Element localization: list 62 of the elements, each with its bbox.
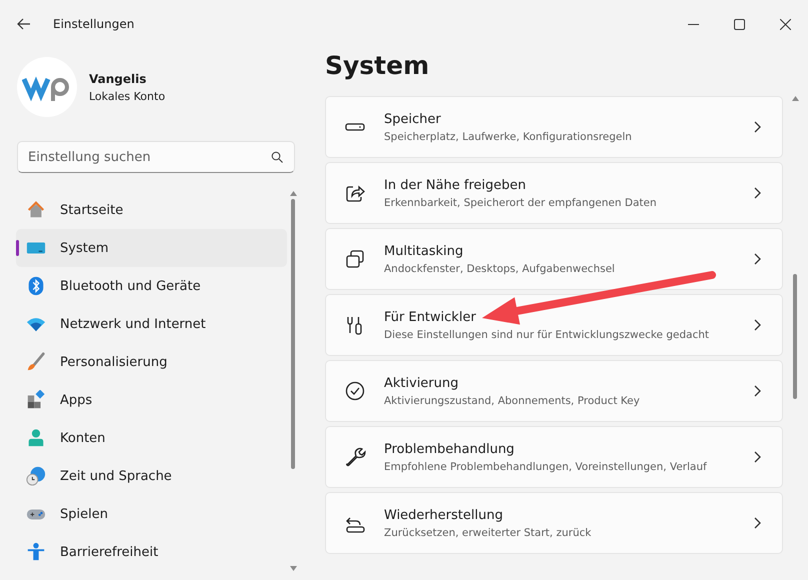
chevron-right-icon (753, 319, 762, 331)
sidebar-item[interactable]: Barrierefreiheit (16, 533, 287, 571)
chevron-right-icon (753, 451, 762, 463)
card-subtitle: Andockfenster, Desktops, Aufgabenwechsel (384, 262, 616, 274)
chevron-right-icon (753, 121, 762, 133)
card-title: Multitasking (384, 244, 464, 258)
search-field[interactable]: Einstellung suchen (17, 141, 295, 173)
apps-icon (26, 390, 46, 410)
scroll-down-icon[interactable] (290, 566, 296, 571)
search-icon (271, 151, 283, 163)
sidebar-item[interactable]: Spielen (16, 495, 287, 533)
chevron-right-icon (753, 187, 762, 199)
sidebar-item[interactable]: Netzwerk und Internet (16, 305, 287, 343)
account-type: Lokales Konto (89, 90, 166, 102)
card-subtitle: Erkennbarkeit, Speicherort der empfangenen Daten (384, 196, 658, 208)
card-subtitle: Aktivierungszustand, Abonnements, Product Key (384, 394, 641, 406)
person-icon (26, 428, 46, 448)
settings-card[interactable]: Problembehandlung Empfohlene Problembehandlungen, Voreinstellungen, Verlauf (325, 426, 783, 488)
chevron-right-icon (753, 385, 762, 397)
scroll-up-icon[interactable] (290, 191, 296, 196)
window-title: Einstellungen (53, 17, 134, 31)
maximize-icon (734, 18, 744, 30)
scrollbar-thumb[interactable] (793, 274, 797, 399)
sidebar-item[interactable]: System (16, 229, 287, 267)
card-title: Speicher (384, 112, 442, 126)
chevron-right-icon (753, 253, 762, 265)
sidebar-item[interactable]: Konten (16, 419, 287, 457)
sidebar-item[interactable]: Personalisierung (16, 343, 287, 381)
card-title: In der Nähe freigeben (384, 178, 527, 192)
card-title: Aktivierung (384, 376, 460, 390)
globe-clock-icon (26, 466, 46, 486)
chevron-right-icon (753, 517, 762, 529)
accessibility-icon (26, 542, 46, 562)
settings-card[interactable]: Wiederherstellung Zurücksetzen, erweiterter Start, zurück (325, 492, 783, 554)
sidebar-item[interactable]: Startseite (16, 191, 287, 229)
card-subtitle: Zurücksetzen, erweiterter Start, zurück (384, 526, 592, 538)
user-name: Vangelis (89, 72, 148, 86)
card-title: Für Entwickler (384, 310, 477, 324)
bluetooth-icon (26, 276, 46, 296)
settings-card[interactable]: Multitasking Andockfenster, Desktops, Aufgabenwechsel (325, 228, 783, 290)
checkmark-circle-icon (344, 380, 366, 402)
card-title: Wiederherstellung (384, 508, 504, 522)
back-arrow-icon[interactable] (17, 17, 31, 31)
settings-card[interactable]: Aktivierung Aktivierungszustand, Abonnements, Product Key (325, 360, 783, 422)
sidebar-item[interactable]: Zeit und Sprache (16, 457, 287, 495)
card-subtitle: Diese Einstellungen sind nur für Entwicklungszwecke gedacht (384, 328, 710, 340)
card-subtitle: Empfohlene Problembehandlungen, Voreinstellungen, Verlauf (384, 460, 708, 472)
sidebar-item[interactable]: Bluetooth und Geräte (16, 267, 287, 305)
card-title: Problembehandlung (384, 442, 516, 456)
card-subtitle: Speicherplatz, Laufwerke, Konfigurationsregeln (384, 130, 633, 142)
close-icon (780, 18, 790, 30)
settings-card[interactable]: Speicher Speicherplatz, Laufwerke, Konfigurationsregeln (325, 96, 783, 158)
windows-stack-icon (344, 248, 366, 270)
paintbrush-icon (26, 352, 46, 372)
home-icon (26, 200, 46, 220)
page-title: System (325, 50, 430, 82)
scrollbar-thumb[interactable] (291, 199, 295, 469)
settings-card[interactable]: Für Entwickler Diese Einstellungen sind nur für Entwicklungszwecke gedacht (325, 294, 783, 356)
settings-card[interactable]: In der Nähe freigeben Erkennbarkeit, Speicherort der empfangenen Daten (325, 162, 783, 224)
scroll-up-icon[interactable] (792, 96, 798, 101)
wrench-icon (344, 446, 366, 468)
sidebar-item[interactable]: Apps (16, 381, 287, 419)
